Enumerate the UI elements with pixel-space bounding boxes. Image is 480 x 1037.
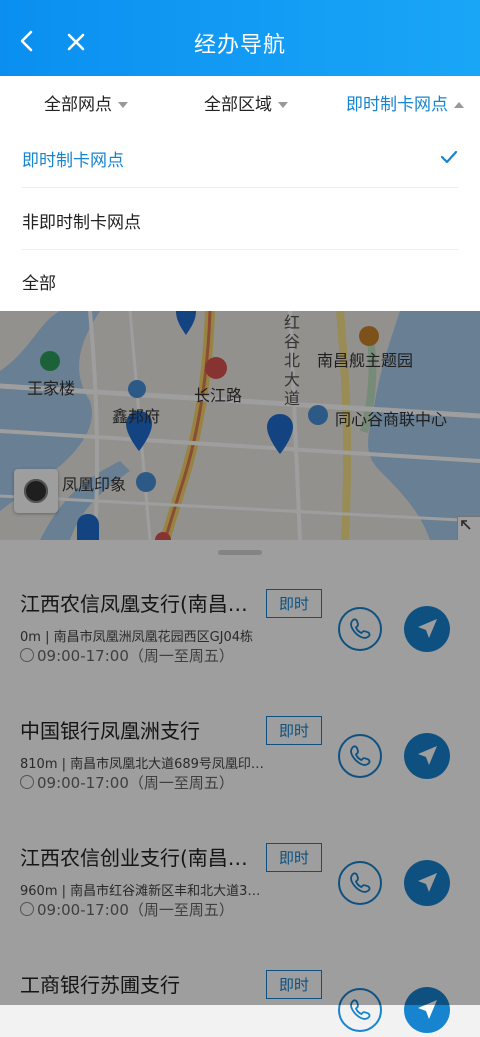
filter-dropdown: 即时制卡网点 非即时制卡网点 全部 [0,126,480,311]
option-all[interactable]: 全部 [22,269,56,294]
filter-bar: 全部网点 全部区域 即时制卡网点 [0,76,480,126]
caret-up-icon [454,102,464,108]
filter-branch-type[interactable]: 全部网点 [44,90,128,115]
page-title: 经办导航 [193,33,286,58]
dropdown-backdrop[interactable] [0,311,480,1005]
caret-down-icon [118,102,128,108]
divider [22,187,458,188]
divider [22,249,458,250]
option-non-instant-card[interactable]: 非即时制卡网点 [22,208,141,233]
option-label: 即时制卡网点 [22,151,124,171]
option-label: 非即时制卡网点 [22,213,141,233]
filter-label: 即时制卡网点 [346,95,448,115]
top-bar: 经办导航 [0,0,480,76]
option-label: 全部 [22,274,56,294]
caret-down-icon [278,102,288,108]
filter-card-type[interactable]: 即时制卡网点 [346,90,464,115]
option-instant-card[interactable]: 即时制卡网点 [22,146,124,171]
check-icon [440,150,458,164]
filter-label: 全部区域 [204,95,272,115]
filter-region[interactable]: 全部区域 [204,90,288,115]
filter-label: 全部网点 [44,95,112,115]
